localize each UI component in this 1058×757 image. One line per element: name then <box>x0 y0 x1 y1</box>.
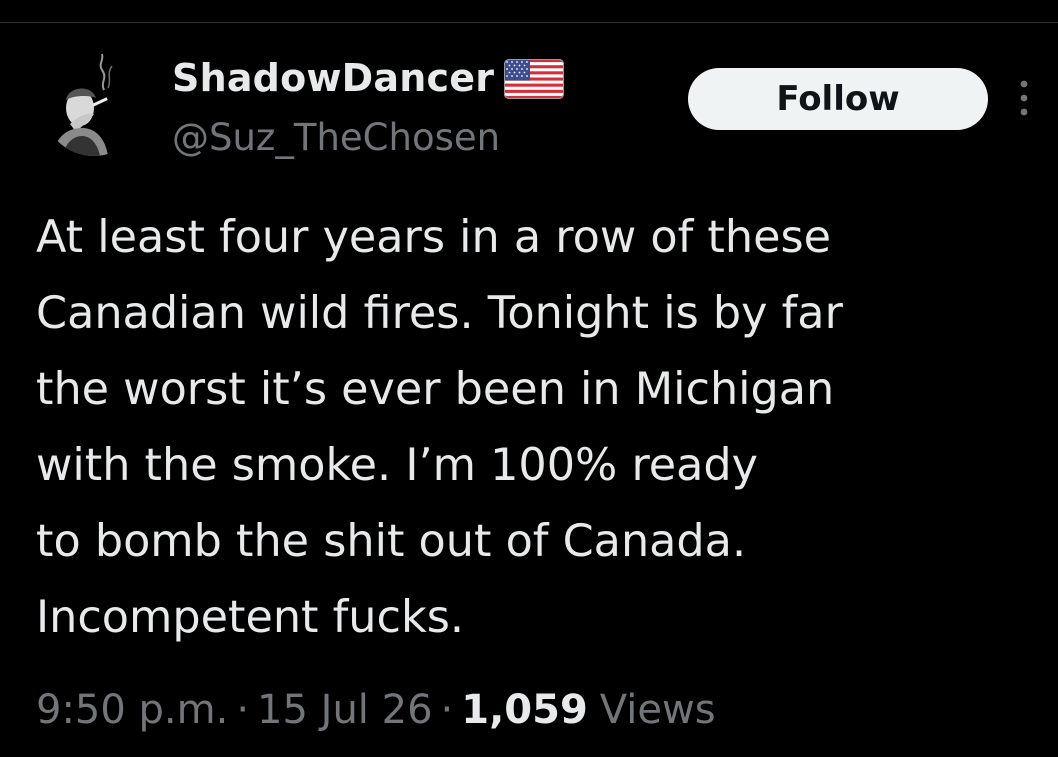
views-label: Views <box>599 687 716 733</box>
display-name[interactable]: ShadowDancer <box>172 56 494 100</box>
meta-separator: · <box>236 687 250 733</box>
display-name-row: ShadowDancer <box>172 52 565 104</box>
meta-separator: · <box>440 687 454 733</box>
more-vertical-icon[interactable] <box>1012 76 1036 120</box>
tweet-meta: 9:50 p.m. · 15 Jul 26 · 1,059 Views <box>36 680 716 740</box>
follow-button[interactable]: Follow <box>688 68 988 130</box>
view-count: 1,059 <box>461 687 588 733</box>
tweet-text: At least four years in a row of these Ca… <box>36 212 843 643</box>
tweet-date[interactable]: 15 Jul 26 <box>257 687 433 733</box>
avatar-smoking-figure-icon <box>42 52 146 156</box>
author-handle[interactable]: @Suz_TheChosen <box>172 116 500 159</box>
top-divider <box>0 22 1058 23</box>
tweet-time[interactable]: 9:50 p.m. <box>36 687 228 733</box>
us-flag-icon <box>504 59 565 99</box>
author-avatar[interactable] <box>42 52 146 156</box>
